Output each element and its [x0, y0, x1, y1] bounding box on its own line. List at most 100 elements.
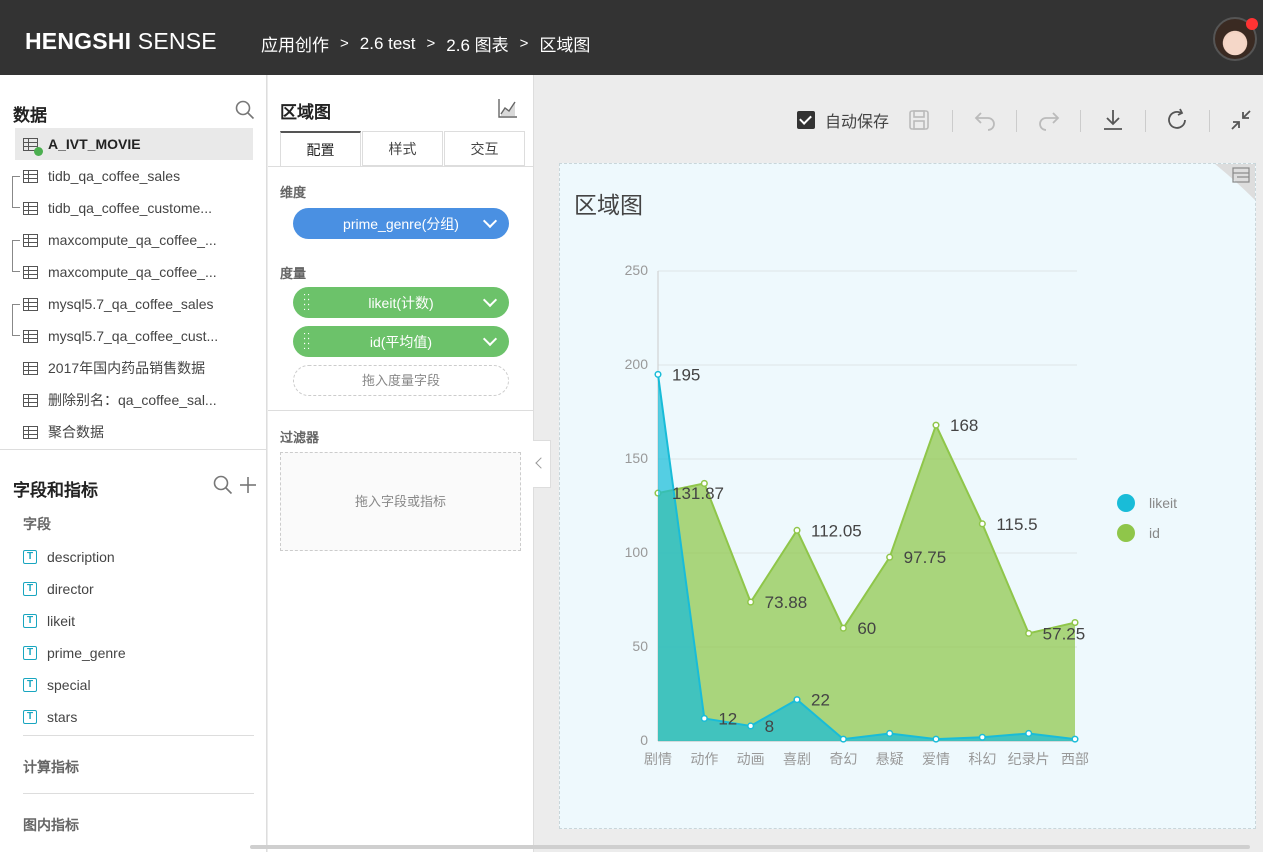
- fields-panel-title: 字段和指标: [13, 481, 98, 500]
- data-point-likeit: [747, 722, 755, 730]
- text-field-icon: T: [23, 678, 37, 692]
- data-point-likeit: [932, 735, 940, 743]
- filter-drop-zone[interactable]: 拖入字段或指标: [280, 452, 521, 551]
- x-tick-label: 喜剧: [783, 751, 811, 767]
- data-label: 73.88: [765, 593, 808, 612]
- refresh-icon[interactable]: [1165, 108, 1189, 132]
- exit-fullscreen-icon[interactable]: [1229, 108, 1253, 132]
- undo-icon[interactable]: [973, 108, 997, 132]
- data-point-likeit: [886, 729, 894, 738]
- data-point-likeit: [1071, 735, 1079, 743]
- collapse-panel-button[interactable]: [533, 440, 551, 488]
- measure-drop-zone[interactable]: 拖入度量字段: [293, 365, 509, 396]
- field-item[interactable]: Tdescription: [23, 546, 115, 568]
- dataset-item[interactable]: 聚合数据: [15, 416, 253, 448]
- data-label: 97.75: [904, 548, 947, 567]
- chevron-down-icon[interactable]: [482, 213, 498, 229]
- breadcrumb-separator: >: [340, 35, 349, 52]
- measure-pill-likeit[interactable]: :::::: likeit(计数): [293, 287, 509, 318]
- toolbar-separator: [1080, 110, 1081, 132]
- x-tick-label: 奇幻: [829, 751, 857, 767]
- breadcrumb-item-current: 区域图: [539, 36, 591, 55]
- legend-item-likeit[interactable]: likeit: [1117, 494, 1177, 512]
- field-item[interactable]: Tprime_genre: [23, 642, 126, 664]
- download-icon[interactable]: [1101, 108, 1125, 132]
- dataset-item[interactable]: A_IVT_MOVIE: [15, 128, 253, 160]
- table-icon: [23, 329, 38, 343]
- x-tick-label: 纪录片: [1008, 751, 1050, 767]
- table-icon: [23, 265, 38, 279]
- config-panel: 区域图 配置 样式 交互 维度 prime_genre(分组) 度量 :::::…: [268, 75, 534, 852]
- toolbar-separator: [1016, 110, 1017, 132]
- autosave-checkbox[interactable]: [797, 111, 815, 129]
- tab-style[interactable]: 样式: [362, 131, 443, 166]
- table-icon: [23, 137, 43, 156]
- search-icon[interactable]: [213, 475, 233, 495]
- data-point-id: [886, 553, 894, 561]
- chevron-down-icon[interactable]: [482, 292, 498, 308]
- config-tabs: 配置 样式 交互: [280, 131, 526, 166]
- dataset-item[interactable]: maxcompute_qa_coffee_...: [15, 224, 253, 256]
- tab-interaction[interactable]: 交互: [444, 131, 525, 166]
- x-tick-label: 剧情: [644, 751, 672, 767]
- drag-handle-icon[interactable]: ::::::: [303, 292, 311, 313]
- chart-metrics-heading[interactable]: 图内指标: [23, 815, 79, 835]
- dimension-pill[interactable]: prime_genre(分组): [293, 208, 509, 239]
- chevron-down-icon[interactable]: [482, 331, 498, 347]
- horizontal-scrollbar[interactable]: [250, 845, 1250, 849]
- x-tick-label: 西部: [1061, 751, 1089, 767]
- panel-divider: [0, 449, 267, 450]
- dataset-item[interactable]: 2017年国内药品销售数据: [15, 352, 253, 384]
- legend-marker: [1117, 494, 1135, 512]
- top-bar: HENGSHI SENSE 应用创作 > 2.6 test > 2.6 图表 >…: [0, 0, 1263, 75]
- field-item[interactable]: Tlikeit: [23, 610, 75, 632]
- tabs-underline: [268, 166, 534, 167]
- brand-logo[interactable]: HENGSHI SENSE: [25, 28, 217, 55]
- x-tick-label: 悬疑: [876, 751, 904, 767]
- dataset-item[interactable]: mysql5.7_qa_coffee_sales: [15, 288, 253, 320]
- toolbar-separator: [1209, 110, 1210, 132]
- dataset-item[interactable]: tidb_qa_coffee_sales: [15, 160, 253, 192]
- legend-item-id[interactable]: id: [1117, 524, 1160, 542]
- breadcrumb-item-test[interactable]: 2.6 test: [360, 34, 416, 54]
- calc-metrics-heading[interactable]: 计算指标: [23, 757, 79, 777]
- fields-subheading: 字段: [23, 516, 51, 532]
- breadcrumb-item-charts[interactable]: 2.6 图表: [446, 31, 508, 56]
- data-panel: 数据 A_IVT_MOVIE tidb_qa_coffee_sales tidb…: [0, 75, 267, 852]
- dataset-item[interactable]: tidb_qa_coffee_custome...: [15, 192, 253, 224]
- chart-name[interactable]: 区域图: [280, 98, 331, 123]
- tab-config[interactable]: 配置: [280, 131, 361, 166]
- data-point-likeit: [654, 370, 662, 378]
- section-divider: [23, 735, 254, 736]
- field-item[interactable]: Tstars: [23, 706, 77, 728]
- chart-card[interactable]: 区域图 0 50 100 150 200 250 剧情 动作 动画 喜剧 奇幻 悬疑 爱情 科幻 纪录片 西部…: [559, 163, 1256, 829]
- drag-handle-icon[interactable]: ::::::: [303, 331, 311, 352]
- table-icon: [23, 425, 38, 439]
- table-icon: [23, 297, 38, 311]
- data-point-id: [978, 520, 986, 528]
- legend-marker: [1117, 524, 1135, 542]
- dataset-item[interactable]: 删除别名：qa_coffee_sal...: [15, 384, 253, 416]
- autosave-label[interactable]: 自动保存: [825, 108, 889, 132]
- data-label: 57.25: [1043, 624, 1086, 643]
- search-icon[interactable]: [235, 100, 255, 120]
- user-avatar[interactable]: [1213, 17, 1258, 61]
- field-item[interactable]: Tdirector: [23, 578, 94, 600]
- data-label: 12: [718, 709, 737, 728]
- field-item[interactable]: Tspecial: [23, 674, 91, 696]
- measure-pill-id[interactable]: :::::: id(平均值): [293, 326, 509, 357]
- dataset-item[interactable]: maxcompute_qa_coffee_...: [15, 256, 253, 288]
- notification-dot: [1246, 18, 1258, 30]
- table-icon: [23, 361, 38, 375]
- y-tick-label: 50: [632, 638, 648, 654]
- breadcrumb-item-app[interactable]: 应用创作: [261, 31, 329, 56]
- area-id: [658, 425, 1075, 741]
- redo-icon[interactable]: [1037, 108, 1061, 132]
- y-tick-label: 0: [640, 732, 648, 748]
- data-label: 195: [672, 365, 700, 384]
- save-icon[interactable]: [907, 108, 931, 132]
- add-icon[interactable]: [238, 475, 258, 495]
- dataset-item[interactable]: mysql5.7_qa_coffee_cust...: [15, 320, 253, 352]
- x-tick-label: 科幻: [968, 751, 996, 767]
- chart-type-icon[interactable]: [497, 97, 519, 119]
